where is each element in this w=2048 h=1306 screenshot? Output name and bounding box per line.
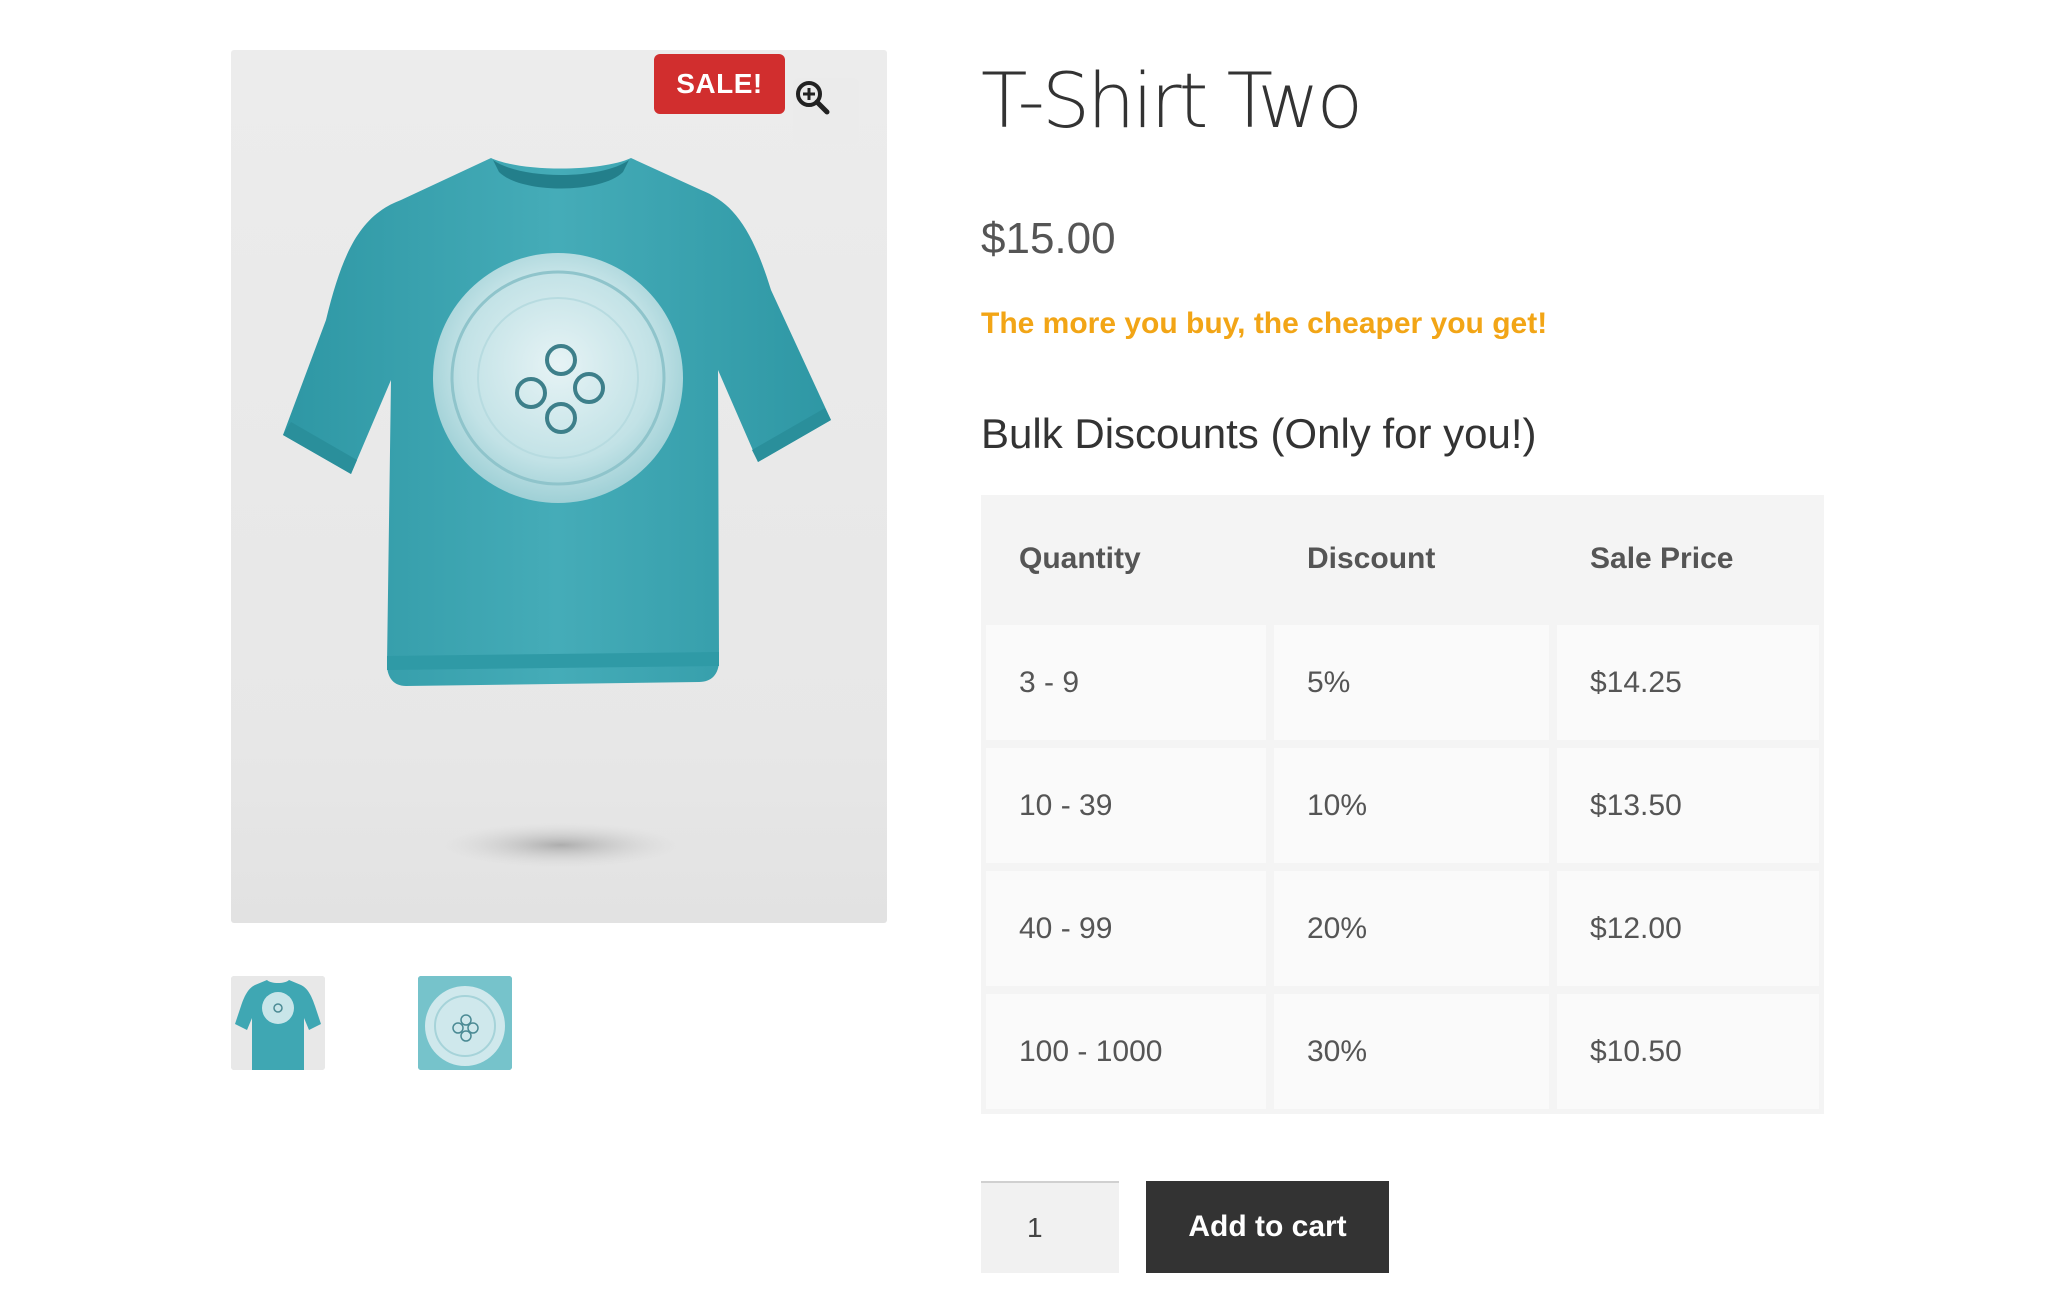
bulk-discounts-heading: Bulk Discounts (Only for you!) [981, 410, 1537, 457]
discount-cell: 5% [1274, 625, 1549, 740]
table-row: 40 - 99 20% $12.00 [986, 871, 1819, 986]
sale-badge: SALE! [654, 54, 785, 114]
product-gallery: SALE! [231, 50, 887, 1070]
discount-cell: 30% [1274, 994, 1549, 1109]
thumbnail-strip [231, 976, 887, 1070]
discount-cell: 10% [1274, 748, 1549, 863]
column-header-sale-price: Sale Price [1557, 500, 1819, 617]
table-header-row: Quantity Discount Sale Price [986, 500, 1819, 617]
promo-text: The more you buy, the cheaper you get! [981, 307, 1548, 340]
add-to-cart-button[interactable]: Add to cart [1146, 1181, 1389, 1273]
discount-cell: 20% [1274, 871, 1549, 986]
quantity-cell: 10 - 39 [986, 748, 1266, 863]
sale-price-cell: $12.00 [1557, 871, 1819, 986]
product-title: T-Shirt Two [981, 56, 1363, 145]
sale-price-cell: $13.50 [1557, 748, 1819, 863]
column-header-quantity: Quantity [986, 500, 1266, 617]
product-price: $15.00 [981, 214, 1116, 263]
sale-price-cell: $14.25 [1557, 625, 1819, 740]
quantity-cell: 100 - 1000 [986, 994, 1266, 1109]
table-row: 100 - 1000 30% $10.50 [986, 994, 1819, 1109]
table-row: 3 - 9 5% $14.25 [986, 625, 1819, 740]
zoom-button[interactable] [793, 78, 859, 144]
zoom-in-icon [796, 81, 830, 115]
sale-price-cell: $10.50 [1557, 994, 1819, 1109]
tshirt-thumbnail-image [231, 976, 325, 1070]
tshirt-image [283, 158, 831, 867]
quantity-cell: 3 - 9 [986, 625, 1266, 740]
thumbnail-tshirt-front[interactable] [231, 976, 325, 1070]
column-header-discount: Discount [1274, 500, 1549, 617]
bulk-discount-table: Quantity Discount Sale Price 3 - 9 5% $1… [981, 495, 1824, 1114]
thumbnail-jellyfish-print[interactable] [418, 976, 512, 1070]
quantity-cell: 40 - 99 [986, 871, 1266, 986]
product-main-image[interactable]: SALE! [231, 50, 887, 923]
quantity-input[interactable] [981, 1181, 1119, 1273]
jellyfish-thumbnail-image [418, 976, 512, 1070]
table-row: 10 - 39 10% $13.50 [986, 748, 1819, 863]
